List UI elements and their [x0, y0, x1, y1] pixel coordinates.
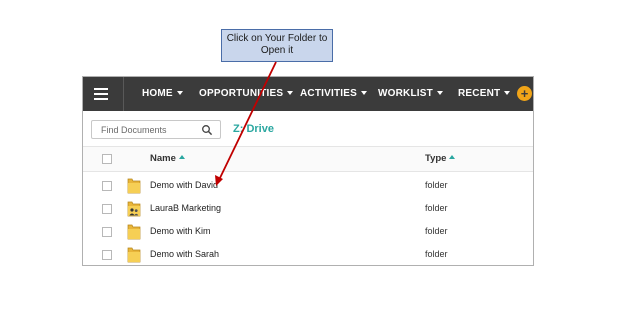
row-name[interactable]: Demo with Sarah: [150, 249, 219, 259]
nav-home[interactable]: HOME: [142, 77, 183, 111]
instruction-callout: Click on Your Folder to Open it: [221, 29, 333, 62]
chevron-down-icon: [176, 91, 183, 96]
row-name[interactable]: LauraB Marketing: [150, 203, 221, 213]
hamburger-icon: [94, 88, 108, 90]
row-checkbox[interactable]: [102, 227, 112, 237]
nav-divider: [123, 77, 124, 111]
row-type: folder: [425, 203, 448, 213]
column-header-name-label: Name: [150, 153, 176, 164]
column-header-type-label: Type: [425, 153, 447, 164]
row-checkbox[interactable]: [102, 250, 112, 260]
nav-recent[interactable]: RECENT: [458, 77, 511, 111]
callout-line-1: Click on Your Folder to: [226, 33, 328, 44]
folder-icon: [127, 178, 141, 194]
nav-activities-label: ACTIVITIES: [300, 88, 358, 99]
hamburger-icon-bar: [94, 93, 108, 95]
callout-line-2: Open it: [260, 45, 294, 56]
row-type: folder: [425, 180, 448, 190]
nav-worklist-label: WORKLIST: [378, 88, 433, 99]
nav-opportunities[interactable]: OPPORTUNITIES: [199, 77, 294, 111]
row-checkbox[interactable]: [102, 181, 112, 191]
breadcrumb[interactable]: Z: Drive: [233, 123, 274, 135]
nav-worklist[interactable]: WORKLIST: [378, 77, 443, 111]
select-all-checkbox[interactable]: [102, 154, 112, 164]
search-box: [91, 120, 221, 139]
row-checkbox[interactable]: [102, 204, 112, 214]
chevron-down-icon: [504, 91, 511, 96]
sort-ascending-icon: [178, 155, 185, 159]
nav-opportunities-label: OPPORTUNITIES: [199, 88, 284, 99]
folder-icon: [127, 247, 141, 263]
row-name[interactable]: Demo with Kim: [150, 226, 211, 236]
chevron-down-icon: [361, 91, 368, 96]
column-header-type[interactable]: Type: [425, 153, 456, 164]
top-navbar: HOME OPPORTUNITIES ACTIVITIES WORKLIST R…: [83, 77, 533, 111]
hamburger-icon-bar: [94, 98, 108, 100]
folder-icon: [127, 224, 141, 240]
column-header-name[interactable]: Name: [150, 153, 185, 164]
add-button[interactable]: +: [517, 86, 532, 101]
nav-home-label: HOME: [142, 88, 173, 99]
row-type: folder: [425, 249, 448, 259]
search-input[interactable]: [93, 122, 201, 137]
sort-ascending-icon: [449, 155, 456, 159]
table-row[interactable]: Demo with Sarah folder: [83, 243, 533, 265]
table-row[interactable]: Demo with David folder: [83, 174, 533, 197]
row-type: folder: [425, 226, 448, 236]
nav-activities[interactable]: ACTIVITIES: [300, 77, 368, 111]
table-row[interactable]: Demo with Kim folder: [83, 220, 533, 243]
shared-folder-icon: [127, 201, 141, 217]
chevron-down-icon: [436, 91, 443, 96]
search-icon[interactable]: [201, 124, 213, 136]
row-name[interactable]: Demo with David: [150, 180, 218, 190]
menu-button[interactable]: [83, 77, 119, 111]
table-row[interactable]: LauraB Marketing folder: [83, 197, 533, 220]
table-header: Name Type: [83, 147, 533, 172]
document-browser-window: HOME OPPORTUNITIES ACTIVITIES WORKLIST R…: [82, 76, 534, 266]
nav-recent-label: RECENT: [458, 88, 501, 99]
chevron-down-icon: [287, 91, 294, 96]
